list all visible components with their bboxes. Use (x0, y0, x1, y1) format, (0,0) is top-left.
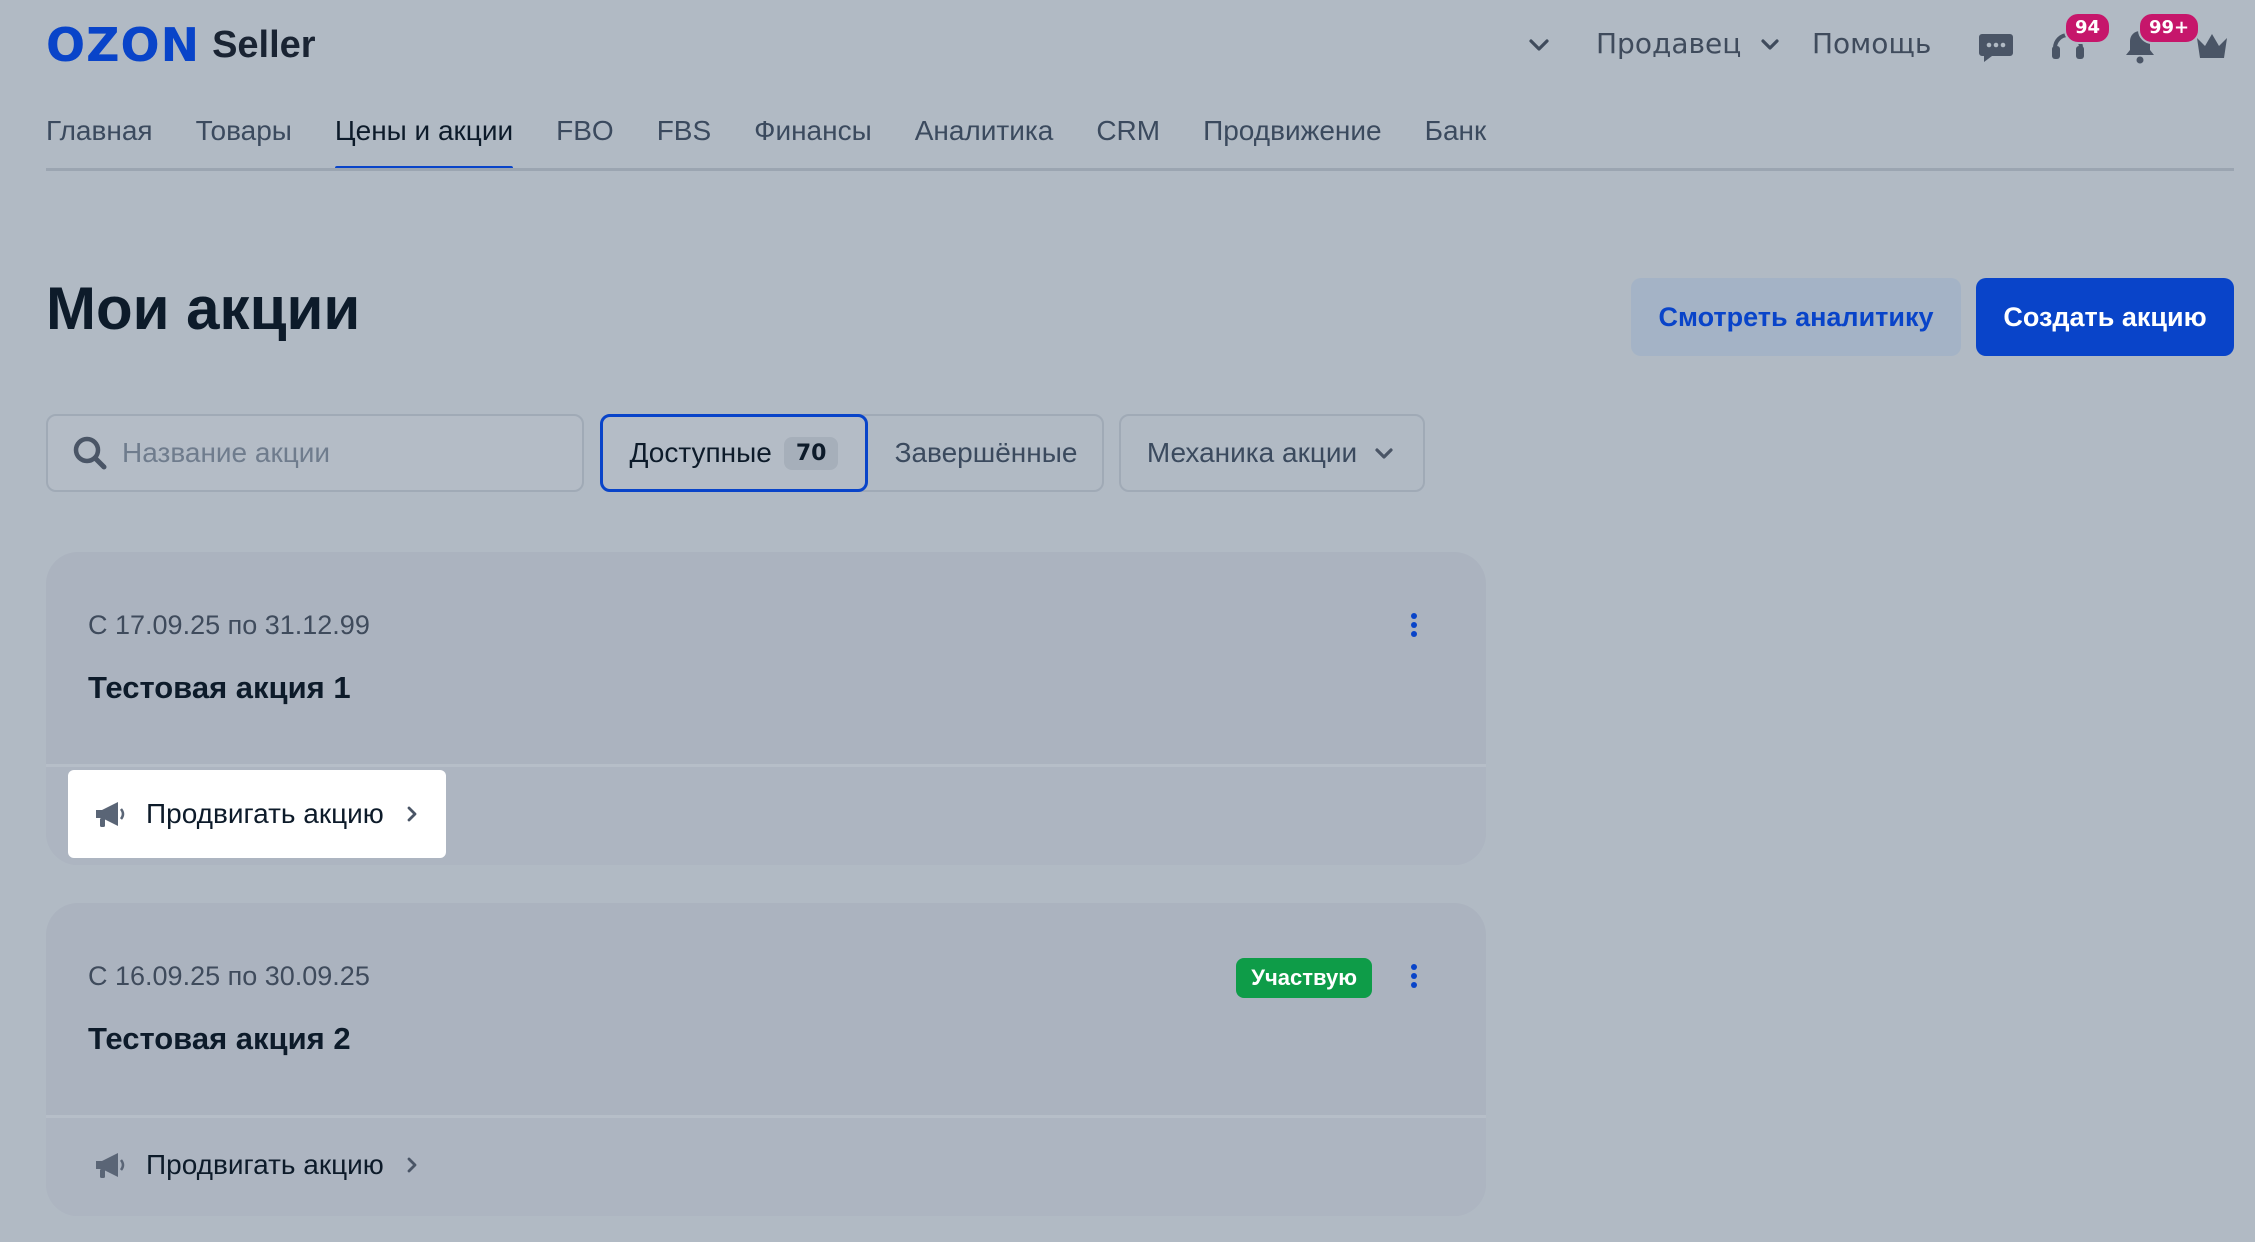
nav-tab-bank[interactable]: Банк (1425, 108, 1487, 168)
chevron-down-icon (1375, 448, 1393, 459)
help-label: Помощь (1812, 27, 1932, 60)
mechanics-dropdown-label: Механика акции (1146, 437, 1358, 468)
more-options-icon[interactable] (1408, 610, 1420, 640)
chevron-right-icon (407, 1157, 417, 1173)
tab-available-label: Доступные (629, 437, 772, 468)
ozon-seller-logo[interactable]: OZON Seller (46, 18, 316, 72)
mechanics-dropdown[interactable]: Механика акции (1119, 414, 1425, 492)
nav-tab-fbo[interactable]: FBO (556, 108, 614, 168)
nav-tab-crm[interactable]: CRM (1096, 108, 1160, 168)
search-field[interactable] (46, 414, 584, 492)
participating-status-badge: Участвую (1236, 958, 1372, 998)
promotion-date-range: С 16.09.25 по 30.09.25 (88, 961, 370, 991)
chevron-down-icon[interactable] (1522, 28, 1556, 62)
page-title: Мои акции (46, 275, 361, 342)
chevron-right-icon (407, 806, 417, 822)
chat-icon[interactable] (1976, 26, 2016, 66)
nav-tab-analytics[interactable]: Аналитика (915, 108, 1054, 168)
search-input[interactable] (120, 436, 564, 470)
nav-tab-fbs[interactable]: FBS (657, 108, 711, 168)
seller-menu-label: Продавец (1596, 27, 1742, 60)
tab-finished[interactable]: Завершённые (868, 416, 1104, 490)
logo-seller-text: Seller (212, 24, 316, 66)
nav-tab-promotion[interactable]: Продвижение (1203, 108, 1382, 168)
crown-icon[interactable] (2192, 26, 2232, 66)
view-analytics-button[interactable]: Смотреть аналитику (1631, 278, 1961, 356)
seller-menu[interactable]: Продавец (1596, 22, 1785, 66)
search-icon (73, 436, 107, 470)
create-promotion-button[interactable]: Создать акцию (1976, 278, 2234, 356)
promotion-date-range: С 17.09.25 по 31.12.99 (88, 610, 370, 640)
promotion-name[interactable]: Тестовая акция 2 (88, 1021, 351, 1057)
nav-tab-main[interactable]: Главная (46, 108, 153, 168)
help-link[interactable]: Помощь (1812, 22, 1931, 66)
promote-label: Продвигать акцию (146, 798, 384, 829)
megaphone-icon (96, 1153, 125, 1178)
support-badge: 94 (2064, 12, 2112, 44)
available-count-badge: 70 (783, 436, 839, 470)
support-icon[interactable]: 94 (2048, 12, 2112, 66)
notifications-badge: 99+ (2138, 12, 2201, 44)
promote-promotion-button[interactable]: Продвигать акцию (68, 1121, 446, 1209)
nav-tab-products[interactable]: Товары (196, 108, 292, 168)
promotion-name[interactable]: Тестовая акция 1 (88, 670, 351, 706)
promotion-card: С 16.09.25 по 30.09.25 Тестовая акция 2 … (46, 903, 1486, 1216)
nav-divider (46, 168, 2234, 171)
megaphone-icon (96, 802, 125, 827)
nav-tab-prices-promotions[interactable]: Цены и акции (334, 108, 514, 170)
status-segmented-control: Доступные 70 Завершённые (600, 414, 1104, 492)
promotion-card: С 17.09.25 по 31.12.99 Тестовая акция 1 … (46, 552, 1486, 865)
main-nav: Главная Товары Цены и акции FBO FBS Фина… (46, 108, 1529, 170)
nav-tab-finance[interactable]: Финансы (754, 108, 872, 168)
tab-available[interactable]: Доступные 70 (600, 414, 868, 492)
chevron-down-icon (1761, 39, 1779, 50)
logo-ozon-text: OZON (46, 18, 201, 72)
promote-promotion-button[interactable]: Продвигать акцию (68, 770, 446, 858)
bell-icon[interactable]: 99+ (2120, 12, 2201, 66)
more-options-icon[interactable] (1408, 961, 1420, 991)
promote-label: Продвигать акцию (146, 1149, 384, 1180)
